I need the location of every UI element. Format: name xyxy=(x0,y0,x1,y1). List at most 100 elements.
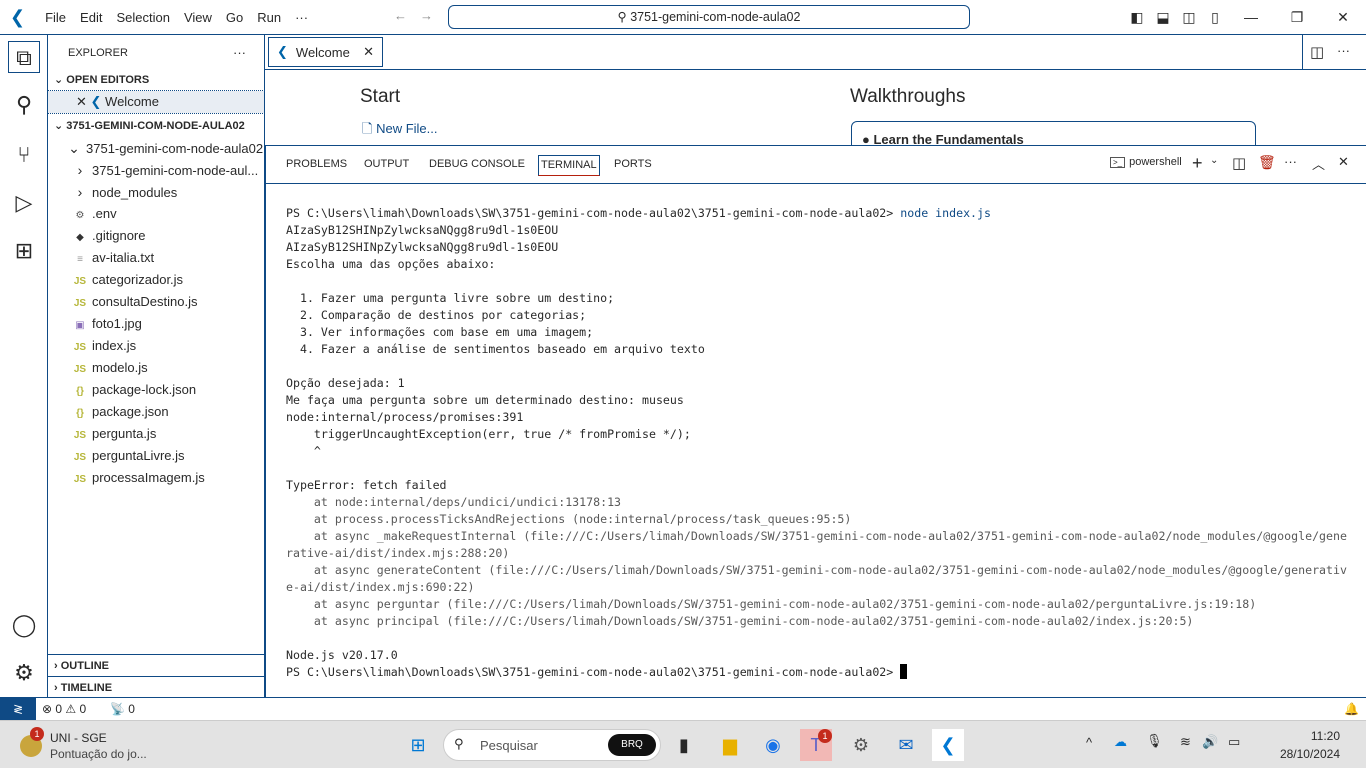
manage-gear-icon[interactable]: ⚙ xyxy=(8,657,40,689)
show-hidden-icons[interactable]: ^ xyxy=(1086,735,1092,750)
tree-item[interactable]: ≡ av-italia.txt xyxy=(48,247,264,269)
tab-problems[interactable]: PROBLEMS xyxy=(286,158,347,170)
learn-fundamentals-card[interactable]: ● Learn the Fundamentals xyxy=(851,121,1256,145)
widget-badge: 1 xyxy=(30,727,44,741)
editor-more-icon[interactable]: ··· xyxy=(1337,43,1350,58)
outlook-icon[interactable]: ✉ xyxy=(890,729,922,761)
toggle-panel-icon[interactable]: ⬓ xyxy=(1154,8,1172,26)
vscode-icon: ❮ xyxy=(277,44,288,59)
menu-go[interactable]: Go xyxy=(226,10,243,25)
tree-item[interactable]: JS consultaDestino.js xyxy=(48,291,264,313)
wifi-icon[interactable]: ≋ xyxy=(1180,734,1191,750)
task-view-icon[interactable]: ▮ xyxy=(668,729,700,761)
tree-item-label: node_modules xyxy=(92,185,178,200)
timeline-section[interactable]: › TIMELINE xyxy=(48,676,264,698)
forward-icon[interactable]: → xyxy=(420,8,433,23)
tree-item[interactable]: ▣ foto1.jpg xyxy=(48,313,264,335)
restore-icon[interactable]: ❐ xyxy=(1288,8,1306,26)
customize-layout-icon[interactable]: ▯ xyxy=(1206,8,1224,26)
tree-item[interactable]: JS pergunta.js xyxy=(48,423,264,445)
tree-item[interactable]: JS modelo.js xyxy=(48,357,264,379)
account-icon[interactable]: ◯ xyxy=(8,609,40,641)
tree-item[interactable]: JS categorizador.js xyxy=(48,269,264,291)
notifications-bell-icon[interactable]: 🔔 xyxy=(1344,698,1359,720)
toggle-sidebar-icon[interactable]: ◧ xyxy=(1128,8,1146,26)
battery-icon[interactable]: ▭ xyxy=(1228,734,1240,750)
tree-item[interactable]: {} package.json xyxy=(48,401,264,423)
new-terminal-icon[interactable]: + xyxy=(1192,153,1203,174)
tab-terminal[interactable]: TERMINAL xyxy=(538,155,600,176)
tree-item[interactable]: JS processaImagem.js xyxy=(48,467,264,489)
kill-terminal-trash-icon[interactable]: 🗑 xyxy=(1258,154,1276,171)
vscode-taskbar-icon[interactable]: ❮ xyxy=(932,729,964,761)
terminal-line: 3. Ver informações com base em uma image… xyxy=(286,325,594,339)
tab-output[interactable]: OUTPUT xyxy=(364,158,409,170)
maximize-panel-icon[interactable]: ︿ xyxy=(1312,154,1325,173)
split-editor-icon[interactable]: ◫ xyxy=(1310,43,1324,61)
mic-muted-icon[interactable]: 🎙 xyxy=(1146,733,1163,749)
extensions-icon[interactable]: ⊞ xyxy=(8,235,40,267)
new-file-link[interactable]: 🗋 New File... xyxy=(362,120,437,142)
file-explorer-icon[interactable]: ▆ xyxy=(714,729,746,761)
new-file-icon: 🗋 xyxy=(362,121,373,136)
terminal-line: ^ xyxy=(286,444,321,458)
close-window-icon[interactable]: ✕ xyxy=(1334,8,1352,26)
back-icon[interactable]: ← xyxy=(394,8,407,23)
outline-section[interactable]: › OUTLINE xyxy=(48,654,264,676)
tree-item[interactable]: JS perguntaLivre.js xyxy=(48,445,264,467)
tree-item[interactable]: {} package-lock.json xyxy=(48,379,264,401)
search-icon[interactable]: ⚲ xyxy=(8,89,40,121)
remote-icon[interactable]: ≷ xyxy=(0,698,36,720)
run-debug-icon[interactable]: ▷ xyxy=(8,187,40,219)
menu-run[interactable]: Run xyxy=(257,10,281,25)
tree-item[interactable]: › node_modules xyxy=(48,181,264,203)
toggle-secondary-sidebar-icon[interactable]: ◫ xyxy=(1180,8,1198,26)
terminal-output[interactable]: PS C:\Users\limah\Downloads\SW\3751-gemi… xyxy=(286,205,1347,681)
clock-date[interactable]: 28/10/2024 xyxy=(1260,747,1340,761)
open-editor-welcome[interactable]: ✕ ❮ Welcome xyxy=(47,90,265,114)
menu-view[interactable]: View xyxy=(184,10,212,25)
ports-status[interactable]: 📡 0 xyxy=(110,698,135,720)
tab-ports[interactable]: PORTS xyxy=(614,158,652,170)
folder-section[interactable]: ⌄ 3751-GEMINI-COM-NODE-AULA02 xyxy=(48,115,264,137)
settings-icon[interactable]: ⚙ xyxy=(845,729,877,761)
terminal-dropdown-icon[interactable]: ⌄ xyxy=(1210,155,1218,166)
menu-edit[interactable]: Edit xyxy=(80,10,102,25)
menu-selection[interactable]: Selection xyxy=(116,10,169,25)
source-control-icon[interactable]: ⑂ xyxy=(8,139,40,171)
more-actions-icon[interactable]: ··· xyxy=(233,42,253,64)
tree-item[interactable]: ⚙ .env xyxy=(48,203,264,225)
command-center-search[interactable]: ⚲ 3751-gemini-com-node-aula02 xyxy=(448,5,970,29)
error-count: 0 xyxy=(55,702,63,716)
tree-item[interactable]: ◆ .gitignore xyxy=(48,225,264,247)
chrome-icon[interactable]: ◉ xyxy=(757,729,789,761)
tree-item[interactable]: ⌄ 3751-gemini-com-node-aula02 xyxy=(48,137,264,159)
terminal-shell-selector[interactable]: >_ powershell xyxy=(1110,156,1182,168)
taskbar-search[interactable]: ⚲ Pesquisar BRQ xyxy=(443,729,661,761)
explorer-icon[interactable]: ⧉ xyxy=(8,41,40,73)
clock-time[interactable]: 11:20 xyxy=(1292,729,1340,743)
split-terminal-icon[interactable]: ◫ xyxy=(1232,154,1246,172)
volume-icon[interactable]: 🔊 xyxy=(1202,734,1218,750)
close-tab-icon[interactable]: ✕ xyxy=(363,44,374,60)
terminal-line: Me faça uma pergunta sobre um determinad… xyxy=(286,393,684,407)
welcome-page: Start 🗋 New File... Walkthroughs ● Learn… xyxy=(265,70,1366,145)
open-editors-section[interactable]: ⌄ OPEN EDITORS xyxy=(48,69,264,91)
tree-item[interactable]: JS index.js xyxy=(48,335,264,357)
tab-debug-console[interactable]: DEBUG CONSOLE xyxy=(429,158,525,170)
teams-icon[interactable]: T1 xyxy=(800,729,832,761)
start-windows-icon[interactable]: ⊞ xyxy=(402,729,434,761)
tree-item[interactable]: › 3751-gemini-com-node-aul... xyxy=(48,159,264,181)
menu-[interactable]: ··· xyxy=(295,10,308,25)
close-panel-icon[interactable]: ✕ xyxy=(1338,154,1349,170)
panel-more-icon[interactable]: ··· xyxy=(1284,154,1297,169)
onedrive-icon[interactable]: ☁ xyxy=(1114,734,1127,750)
tab-welcome[interactable]: ❮ Welcome ✕ xyxy=(268,37,383,67)
menu-file[interactable]: File xyxy=(45,10,66,25)
minimize-icon[interactable]: — xyxy=(1242,8,1260,26)
problems-status[interactable]: ⊗ 0 ⚠ 0 xyxy=(42,698,86,720)
search-text: 3751-gemini-com-node-aula02 xyxy=(630,10,801,24)
widget-uni-sge[interactable]: 1 UNI - SGE Pontuação do jo... xyxy=(18,727,218,763)
